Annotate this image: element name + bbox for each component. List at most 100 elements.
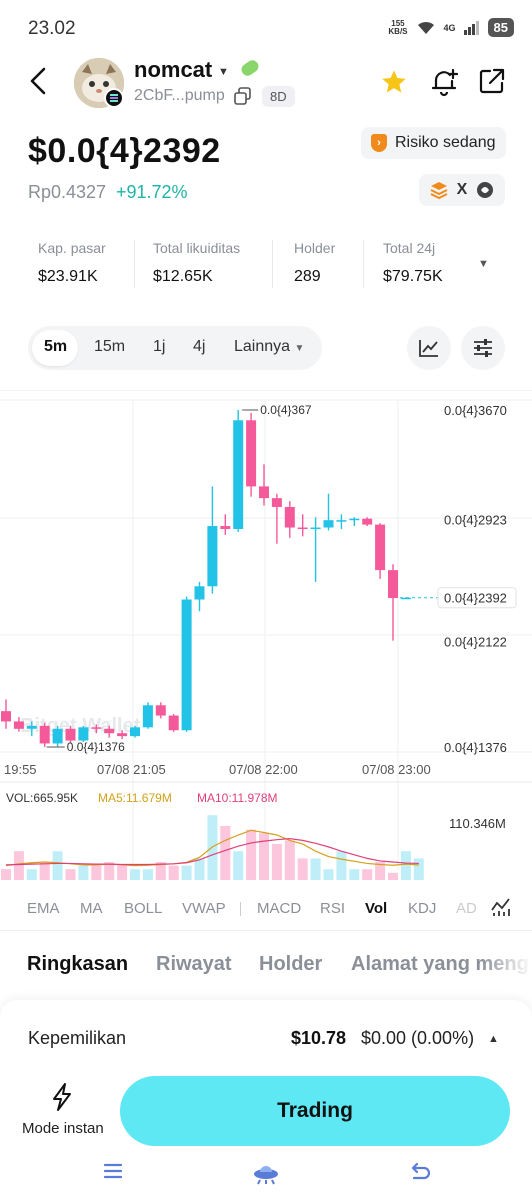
chevron-up-icon[interactable]: ▲ (488, 1033, 499, 1045)
volume-bar (1, 869, 11, 880)
timeframe-4h[interactable]: 4j (193, 338, 205, 356)
tab-fade (480, 945, 532, 985)
back-nav-icon[interactable] (408, 1160, 430, 1182)
volume-bar (220, 826, 231, 880)
price-axis-label: 0.0{4}1376 (444, 740, 507, 755)
token-address: 2CbF...pump (134, 87, 225, 104)
time-axis-label: 07/08 21:05 (97, 762, 166, 777)
instant-mode-label[interactable]: Mode instan (22, 1120, 104, 1137)
divider (240, 902, 241, 916)
volume-bar (26, 869, 37, 880)
candle-body (207, 526, 218, 587)
volume-bar (194, 858, 205, 880)
timeframe-1h[interactable]: 1j (153, 338, 165, 356)
price-axis-label: 0.0{4}2392 (444, 591, 507, 606)
candle-body (194, 586, 205, 600)
status-indicators: 155 KB/S 4G 85 (388, 18, 514, 37)
add-alert-icon[interactable] (430, 67, 458, 97)
token-name[interactable]: nomcat (134, 57, 212, 83)
indicator-ema[interactable]: EMA (27, 900, 60, 917)
candle-body (91, 727, 102, 729)
back-button[interactable] (26, 66, 52, 96)
expand-stats-icon[interactable]: ▼ (478, 258, 489, 270)
volume-bar (284, 840, 295, 880)
indicator-vol[interactable]: Vol (365, 900, 387, 917)
chevron-down-icon: ▼ (294, 343, 305, 354)
candle-body (130, 727, 140, 737)
indicator-vwap[interactable]: VWAP (182, 900, 226, 917)
volume-bar (400, 851, 411, 880)
risk-badge[interactable]: › Risiko sedang (361, 127, 506, 159)
volume-bar (13, 851, 24, 880)
candle-body (362, 518, 373, 525)
sliders-icon (474, 339, 492, 357)
candle-body (349, 518, 360, 521)
volume-bar (91, 865, 102, 880)
volume-bar (362, 869, 373, 880)
indicator-macd[interactable]: MACD (257, 900, 301, 917)
risk-shield-icon: › (371, 134, 387, 152)
volume-bar (271, 844, 282, 880)
price-axis: 0.0{4}3670 0.0{4}2923 0.0{4}2392 0.0{4}2122… (437, 403, 517, 755)
stat-label: Total likuiditas (153, 240, 241, 256)
volume-bar (336, 851, 347, 880)
candle-body (117, 733, 128, 737)
holdings-label: Kepemilikan (28, 1028, 127, 1048)
candle-body (220, 526, 231, 529)
tab-history[interactable]: Riwayat (156, 953, 232, 976)
tab-summary[interactable]: Ringkasan (27, 953, 128, 976)
divider (134, 240, 135, 288)
stat-value: $23.91K (38, 268, 98, 285)
candle-body (65, 728, 76, 741)
indicator-ad[interactable]: AD (456, 900, 477, 917)
candle-body (155, 705, 166, 716)
ufo-icon[interactable] (252, 1160, 280, 1186)
volume-bar (142, 869, 153, 880)
indicator-settings-icon[interactable] (490, 896, 512, 918)
ma10-label: MA10:11.978M (197, 791, 278, 805)
stat-label: Holder (294, 240, 336, 256)
layers-icon[interactable] (430, 181, 448, 199)
time-axis-label: 07/08 23:00 (362, 762, 431, 777)
stat-holders: Holder 289 (294, 240, 335, 286)
indicator-ma[interactable]: MA (80, 900, 103, 917)
candle-body (323, 520, 334, 528)
timeframe-15m[interactable]: 15m (94, 338, 125, 356)
candle-body (310, 527, 321, 530)
social-links[interactable]: X (419, 174, 505, 206)
timeframe-more[interactable]: Lainnya ▼ (234, 338, 304, 356)
chevron-down-icon[interactable]: ▼ (218, 66, 229, 78)
lightning-icon[interactable] (48, 1082, 76, 1112)
chart-type-button[interactable] (407, 326, 451, 370)
share-icon[interactable] (478, 67, 506, 95)
star-icon[interactable] (380, 68, 408, 96)
status-time: 23.02 (28, 18, 76, 39)
volume-bar (323, 869, 334, 880)
indicator-rsi[interactable]: RSI (320, 900, 345, 917)
candle-body (1, 711, 11, 722)
indicator-boll[interactable]: BOLL (124, 900, 162, 917)
stat-market-cap: Kap. pasar $23.91K (38, 240, 106, 286)
price-idr: Rp0.4327 (28, 182, 107, 202)
solana-chain-icon (104, 88, 124, 108)
menu-icon[interactable] (102, 1160, 124, 1182)
volume-bar (349, 869, 360, 880)
volume-axis-max: 110.346M (449, 816, 506, 831)
volume-panel (1, 815, 424, 880)
x-twitter-icon[interactable]: X (457, 181, 468, 199)
battery-indicator: 85 (487, 18, 514, 37)
volume-bar (117, 865, 128, 880)
volume-label: VOL:665.95K (6, 791, 78, 805)
trade-button[interactable]: Trading (120, 1076, 510, 1146)
risk-label: Risiko sedang (395, 134, 496, 151)
tab-holder[interactable]: Holder (259, 953, 322, 976)
chart-settings-button[interactable] (461, 326, 505, 370)
divider (272, 240, 273, 288)
candle-body (259, 486, 269, 499)
indicator-kdj[interactable]: KDJ (408, 900, 436, 917)
copy-icon[interactable] (234, 87, 252, 105)
price-chart[interactable]: Bitget Wallet 0.0{4}3670.0{4}1376 0.0{4}… (0, 390, 532, 885)
globe-icon[interactable] (476, 181, 494, 199)
volume-bar (413, 858, 424, 880)
timeframe-5m[interactable]: 5m (44, 338, 67, 356)
